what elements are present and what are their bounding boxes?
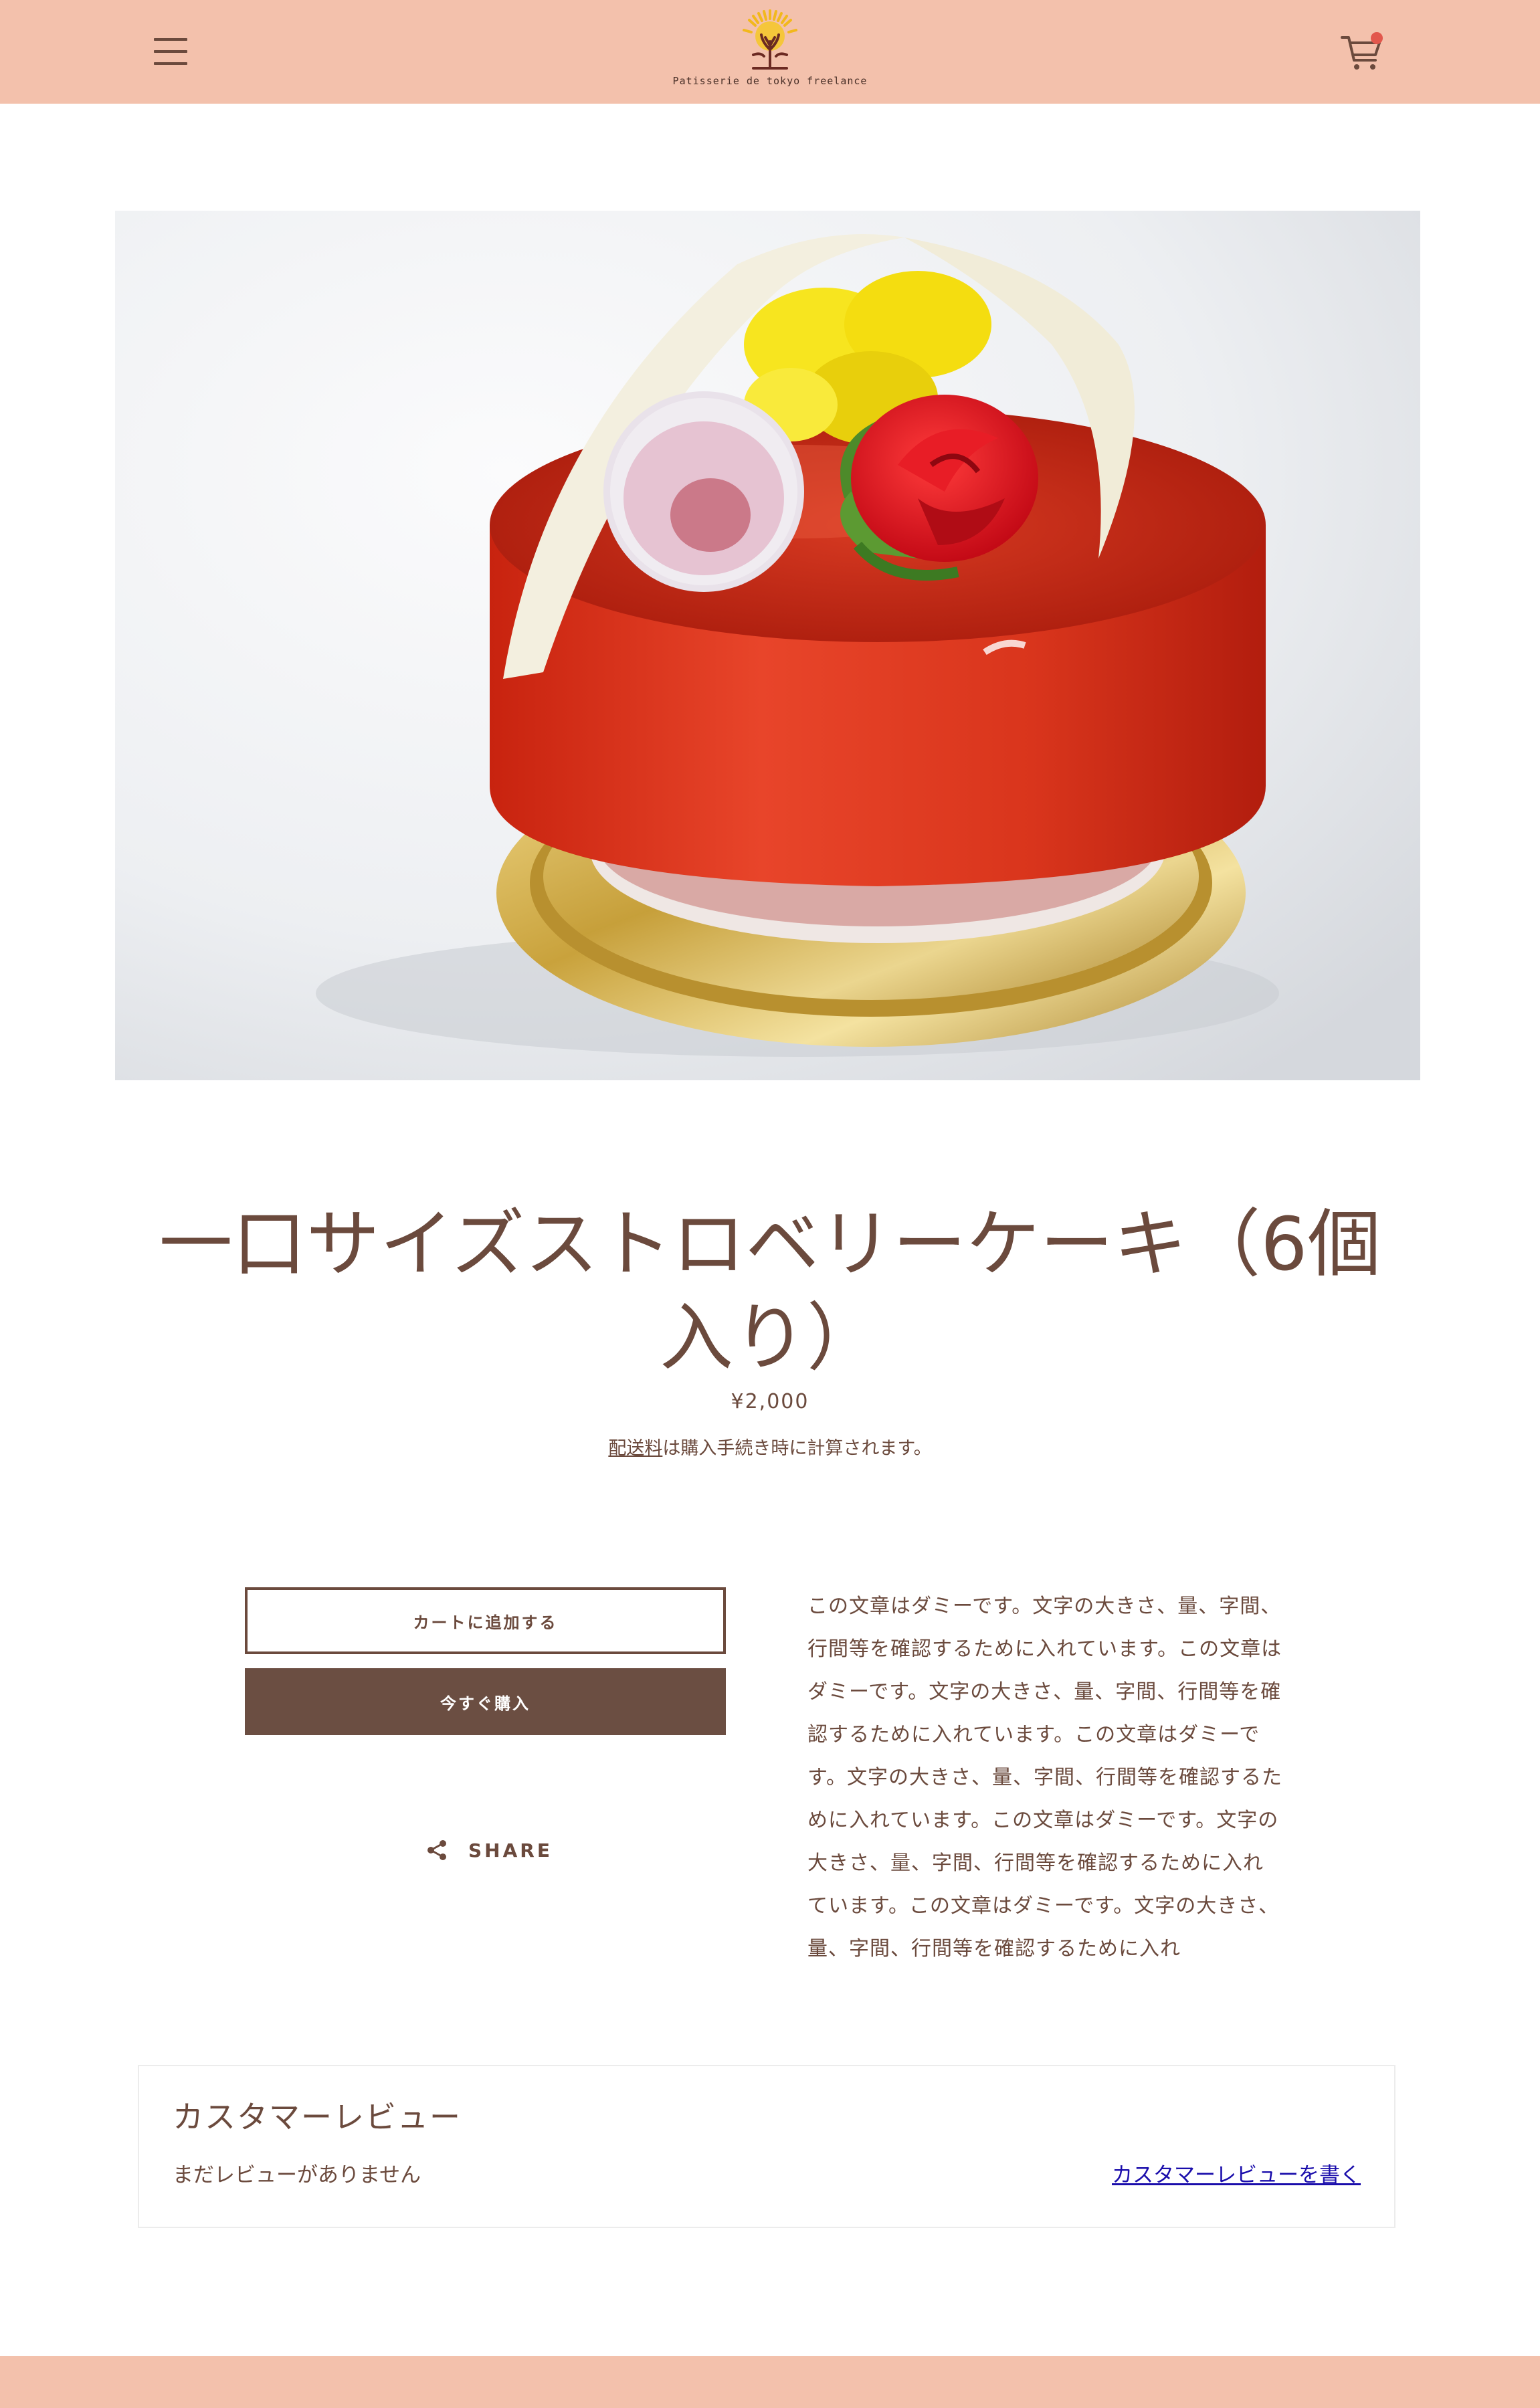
- share-button[interactable]: SHARE: [425, 1835, 553, 1865]
- reviews-title: カスタマーレビュー: [173, 2099, 462, 2135]
- add-to-cart-button[interactable]: カートに追加する: [245, 1587, 726, 1654]
- shipping-note: 配送料は購入手続き時に計算されます。: [0, 1433, 1540, 1460]
- site-header: Patisserie de tokyo freelance: [0, 0, 1540, 104]
- share-icon: [427, 1840, 446, 1860]
- customer-reviews: カスタマーレビュー まだレビューがありません カスタマーレビューを書く: [138, 2065, 1395, 2228]
- shipping-link[interactable]: 配送料: [608, 1438, 662, 1459]
- reviews-empty-text: まだレビューがありません: [173, 2163, 421, 2187]
- site-footer: [0, 2356, 1540, 2408]
- share-label: SHARE: [468, 1839, 553, 1862]
- hamburger-menu-icon[interactable]: [153, 37, 190, 66]
- product-title: 一口サイズストロベリーケーキ（6個入り）: [159, 1201, 1381, 1381]
- brand-name: Patisserie de tokyo freelance: [672, 75, 868, 87]
- buy-now-button[interactable]: 今すぐ購入: [245, 1668, 726, 1735]
- product-description: この文章はダミーです。文字の大きさ、量、字間、行間等を確認するために入れています…: [807, 1595, 1282, 1961]
- tree-logo-icon: [743, 9, 797, 70]
- product-price: ¥2,000: [731, 1390, 809, 1413]
- cart-badge: [1371, 32, 1383, 44]
- write-review-link[interactable]: カスタマーレビューを書く: [1112, 2158, 1361, 2188]
- product-image[interactable]: [115, 211, 1420, 1080]
- shipping-text: は購入手続き時に計算されます。: [662, 1438, 932, 1459]
- cake-illustration: [115, 211, 1420, 1080]
- brand-logo[interactable]: Patisserie de tokyo freelance: [642, 8, 898, 95]
